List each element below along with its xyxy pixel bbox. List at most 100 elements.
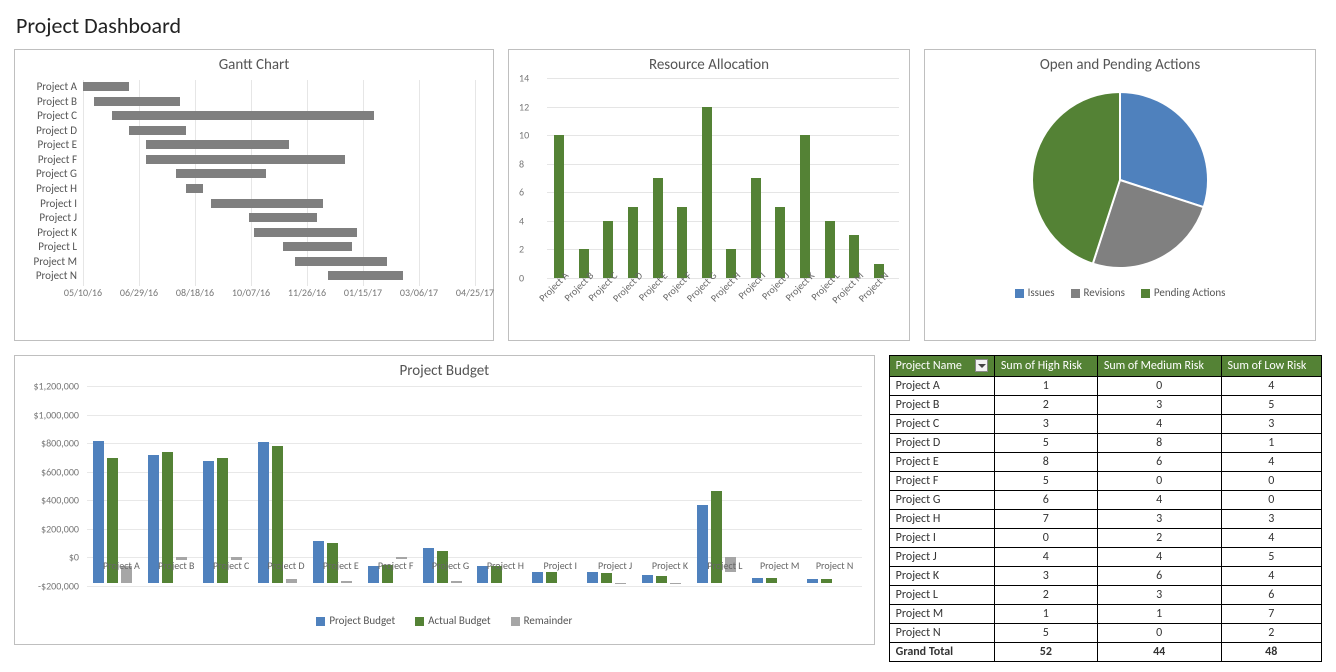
pie-plot <box>1010 80 1230 280</box>
budget-y-tick: $1,200,000 <box>15 380 79 393</box>
resource-y-tick: 12 <box>519 100 529 113</box>
gantt-row-label: Project I <box>17 197 77 210</box>
resource-title: Resource Allocation <box>509 50 909 76</box>
budget-x-label: Project N <box>807 559 863 572</box>
resource-bar <box>702 107 712 278</box>
gantt-bar <box>328 271 403 280</box>
table-row: Project C343 <box>889 415 1321 434</box>
budget-x-label: Project J <box>587 559 643 572</box>
gantt-row-label: Project M <box>17 255 77 268</box>
gantt-bar <box>112 111 374 120</box>
table-row: Project L236 <box>889 586 1321 605</box>
budget-bar <box>341 581 352 584</box>
resource-bar <box>554 135 564 278</box>
resource-y-tick: 14 <box>519 72 529 85</box>
budget-bar <box>821 579 832 583</box>
budget-bar <box>642 575 653 584</box>
resource-bar <box>677 207 687 278</box>
gantt-bar <box>295 257 387 266</box>
gantt-row-label: Project F <box>17 153 77 166</box>
filter-dropdown-icon[interactable] <box>975 359 988 372</box>
gantt-row-label: Project E <box>17 138 77 151</box>
table-row: Project H733 <box>889 510 1321 529</box>
gantt-x-tick: 01/15/17 <box>344 286 382 299</box>
gantt-row-label: Project L <box>17 240 77 253</box>
budget-legend-item: Remainder <box>511 614 573 627</box>
table-row: Project N502 <box>889 624 1321 643</box>
table-row: Project B235 <box>889 396 1321 415</box>
resource-y-tick: 0 <box>519 272 524 285</box>
table-row: Project E864 <box>889 453 1321 472</box>
budget-y-tick: $200,000 <box>15 522 79 535</box>
gantt-row-label: Project C <box>17 109 77 122</box>
budget-chart-card: Project Budget -$200,000$0$200,000$400,0… <box>14 355 875 645</box>
gantt-row-label: Project D <box>17 124 77 137</box>
resource-y-tick: 4 <box>519 214 524 227</box>
table-row: Project J445 <box>889 548 1321 567</box>
budget-y-tick: $800,000 <box>15 437 79 450</box>
budget-bar <box>807 579 818 583</box>
gantt-row-label: Project J <box>17 211 77 224</box>
resource-bar <box>775 207 785 278</box>
resource-y-tick: 10 <box>519 129 529 142</box>
risk-table-header: Project Name <box>889 356 994 377</box>
budget-x-label: Project L <box>697 559 753 572</box>
budget-plot-area: -$200,000$0$200,000$400,000$600,000$800,… <box>87 386 862 612</box>
gantt-title: Gantt Chart <box>15 50 493 76</box>
table-row: Project D581 <box>889 434 1321 453</box>
gantt-bar <box>83 82 129 91</box>
resource-bar <box>653 178 663 278</box>
budget-bar <box>766 578 777 584</box>
budget-bar <box>532 572 543 583</box>
budget-x-label: Project E <box>313 559 369 572</box>
budget-x-label: Project A <box>93 559 149 572</box>
gantt-bar <box>211 199 323 208</box>
resource-bar <box>751 178 761 278</box>
budget-x-label: Project B <box>148 559 204 572</box>
pie-chart-card: Open and Pending Actions IssuesRevisions… <box>924 49 1316 341</box>
risk-table: Project NameSum of High RiskSum of Mediu… <box>889 355 1322 662</box>
gantt-bar <box>94 97 180 106</box>
resource-bar <box>800 135 810 278</box>
pie-legend: IssuesRevisionsPending Actions <box>1015 286 1226 299</box>
gantt-chart-card: Gantt Chart 05/10/1606/29/1608/18/1610/0… <box>14 49 494 341</box>
budget-x-label: Project I <box>532 559 588 572</box>
budget-bar <box>286 579 297 583</box>
pie-title: Open and Pending Actions <box>925 50 1315 76</box>
resource-chart-card: Resource Allocation 02468101214Project A… <box>508 49 910 341</box>
budget-bar <box>451 581 462 584</box>
budget-bar <box>752 578 763 584</box>
resource-y-tick: 6 <box>519 186 524 199</box>
budget-bar <box>601 573 612 584</box>
table-row: Project F500 <box>889 472 1321 491</box>
pie-legend-item: Pending Actions <box>1141 286 1226 299</box>
budget-x-label: Project K <box>642 559 698 572</box>
gantt-x-tick: 06/29/16 <box>120 286 158 299</box>
gantt-row-label: Project G <box>17 167 77 180</box>
pie-legend-item: Revisions <box>1071 286 1125 299</box>
gantt-x-tick: 03/06/17 <box>400 286 438 299</box>
gantt-bar <box>146 155 345 164</box>
budget-y-tick: -$200,000 <box>15 580 79 593</box>
gantt-bar <box>249 213 317 222</box>
budget-x-label: Project M <box>752 559 808 572</box>
table-row: Project A104 <box>889 377 1321 396</box>
gantt-x-tick: 08/18/16 <box>176 286 214 299</box>
budget-legend: Project BudgetActual BudgetRemainder <box>15 612 874 633</box>
gantt-x-tick: 05/10/16 <box>64 286 102 299</box>
budget-bar <box>587 572 598 583</box>
gantt-bar <box>254 228 357 237</box>
budget-title: Project Budget <box>15 356 874 382</box>
gantt-plot-area: 05/10/1606/29/1608/18/1610/07/1611/26/16… <box>83 80 483 300</box>
risk-table-header: Sum of Medium Risk <box>1097 356 1221 377</box>
gantt-x-tick: 11/26/16 <box>288 286 326 299</box>
budget-x-label: Project D <box>258 559 314 572</box>
table-row: Project G640 <box>889 491 1321 510</box>
gantt-row-label: Project K <box>17 226 77 239</box>
resource-plot-area: 02468101214Project AProject BProject CPr… <box>547 78 899 308</box>
risk-table-header: Sum of Low Risk <box>1221 356 1321 377</box>
budget-x-label: Project G <box>423 559 479 572</box>
budget-y-tick: $400,000 <box>15 494 79 507</box>
gantt-x-tick: 04/25/17 <box>456 286 494 299</box>
budget-y-tick: $1,000,000 <box>15 408 79 421</box>
